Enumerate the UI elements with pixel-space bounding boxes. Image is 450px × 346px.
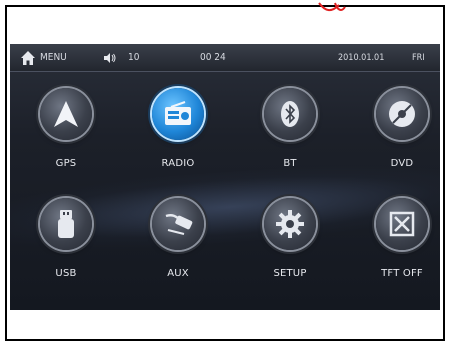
disc-icon [389,101,415,127]
volume-level: 10 [128,52,140,63]
app-radio[interactable]: RADIO [132,78,222,188]
day-text: FRI [412,53,425,63]
tft-off-button[interactable] [376,198,428,250]
aux-cable-icon [165,213,193,235]
menu-label[interactable]: MENU [40,53,67,63]
radio-button[interactable] [152,88,204,140]
usb-button[interactable] [40,198,92,250]
status-bar: MENU 10 00 24 2010.01.01 FRI [10,44,440,72]
bt-button[interactable] [264,88,316,140]
date-text: 2010.01.01 [338,53,385,63]
usb-icon [58,210,74,238]
navigation-arrow-icon [54,101,78,127]
app-bt[interactable]: BT [244,78,334,188]
app-tft-off[interactable]: TFT OFF [356,188,440,298]
bottom-blank-area [10,310,440,339]
setup-label: SETUP [273,268,307,279]
home-icon[interactable] [20,50,36,66]
tft-off-label: TFT OFF [381,268,423,279]
app-gps[interactable]: GPS [20,78,110,188]
gps-button[interactable] [40,88,92,140]
clock-time: 00 24 [200,52,226,63]
gear-icon [276,210,304,238]
gps-label: GPS [55,158,77,169]
screen-off-icon [389,211,415,237]
aux-button[interactable] [152,198,204,250]
app-dvd[interactable]: DVD [356,78,440,188]
red-mark-decoration [318,2,346,11]
dvd-button[interactable] [376,88,428,140]
bt-label: BT [283,158,297,169]
app-setup[interactable]: SETUP [244,188,334,298]
dvd-label: DVD [390,158,414,169]
radio-label: RADIO [161,158,195,169]
radio-icon [165,101,191,125]
aux-label: AUX [167,268,189,279]
usb-label: USB [55,268,77,279]
app-usb[interactable]: USB [20,188,110,298]
app-aux[interactable]: AUX [132,188,222,298]
app-grid: GPS RADIO BT DVD USB AUX SETUP TFT OFF [10,72,440,310]
bluetooth-icon [281,101,299,127]
setup-button[interactable] [264,198,316,250]
head-unit-screen: MENU 10 00 24 2010.01.01 FRI GPS RADIO B… [10,44,440,310]
volume-icon[interactable] [104,53,116,63]
